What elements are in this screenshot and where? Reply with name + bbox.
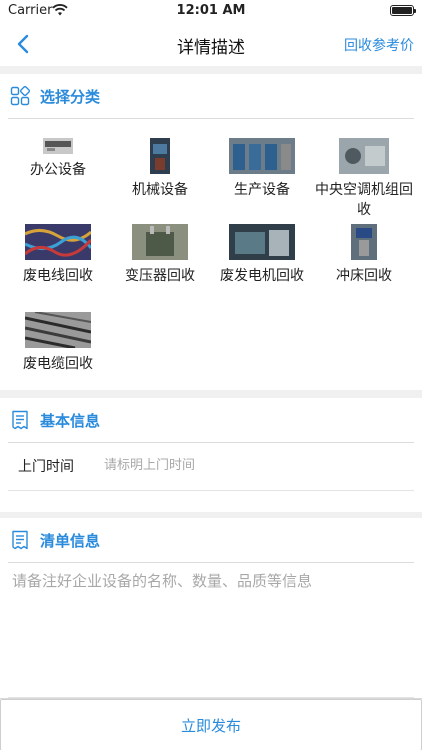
footer-bar: 立即发布 [0, 698, 422, 750]
category-section: 选择分类 办公设备 机械设备 生产设备 中央空调机组回收 废电线回收 变压器回收… [0, 74, 422, 390]
list-info-header: 清单信息 [10, 528, 100, 552]
divider [8, 442, 414, 443]
category-label: 变压器回收 [125, 268, 195, 284]
visit-time-label: 上门时间 [18, 459, 74, 475]
category-label: 机械设备 [132, 182, 188, 198]
status-time: 12:01 AM [176, 3, 246, 18]
category-label: 生产设备 [234, 182, 290, 198]
document-icon [12, 530, 28, 550]
battery-icon [390, 5, 416, 16]
document-icon [12, 410, 28, 430]
basic-info-header: 基本信息 [10, 408, 100, 432]
recycle-price-link[interactable]: 回收参考价 [344, 35, 414, 55]
category-label: 办公设备 [30, 162, 86, 178]
category-title: 选择分类 [40, 87, 101, 106]
visit-time-input[interactable] [104, 454, 404, 476]
nav-bar: 详情描述 回收参考价 [0, 22, 422, 66]
category-machinery[interactable]: 机械设备 [110, 138, 210, 200]
category-header: 选择分类 [10, 84, 100, 108]
basic-info-title: 基本信息 [40, 411, 101, 430]
publish-button[interactable]: 立即发布 [0, 699, 422, 750]
category-label: 废电线回收 [23, 268, 93, 284]
divider [8, 490, 414, 491]
category-label: 冲床回收 [336, 268, 392, 284]
list-info-section: 清单信息 [0, 518, 422, 698]
category-label: 废发电机回收 [220, 268, 304, 284]
category-grid-icon [10, 86, 30, 106]
category-punch-press[interactable]: 冲床回收 [314, 224, 414, 286]
category-waste-wire[interactable]: 废电线回收 [8, 224, 108, 286]
category-waste-cable[interactable]: 废电缆回收 [8, 312, 108, 374]
category-label: 废电缆回收 [23, 356, 93, 372]
list-info-title: 清单信息 [40, 531, 101, 550]
category-label: 中央空调机组回收 [315, 182, 413, 218]
central-ac-image [339, 138, 389, 174]
transformer-image [132, 224, 188, 260]
waste-generator-image [229, 224, 295, 260]
waste-wire-image [25, 224, 91, 260]
office-equipment-image [43, 138, 73, 154]
category-waste-generator[interactable]: 废发电机回收 [212, 224, 312, 286]
basic-info-section: 基本信息 上门时间 [0, 398, 422, 512]
status-bar: Carrier 12:01 AM [0, 0, 422, 22]
divider [8, 118, 414, 119]
list-info-textarea[interactable] [12, 570, 412, 680]
production-equipment-image [229, 138, 295, 174]
category-transformer[interactable]: 变压器回收 [110, 224, 210, 286]
machinery-image [150, 138, 170, 174]
category-office-equipment[interactable]: 办公设备 [8, 138, 108, 180]
punch-press-image [351, 224, 377, 260]
divider [8, 562, 414, 563]
waste-cable-image [25, 312, 91, 348]
category-production-equipment[interactable]: 生产设备 [212, 138, 312, 200]
category-central-ac[interactable]: 中央空调机组回收 [314, 138, 414, 220]
